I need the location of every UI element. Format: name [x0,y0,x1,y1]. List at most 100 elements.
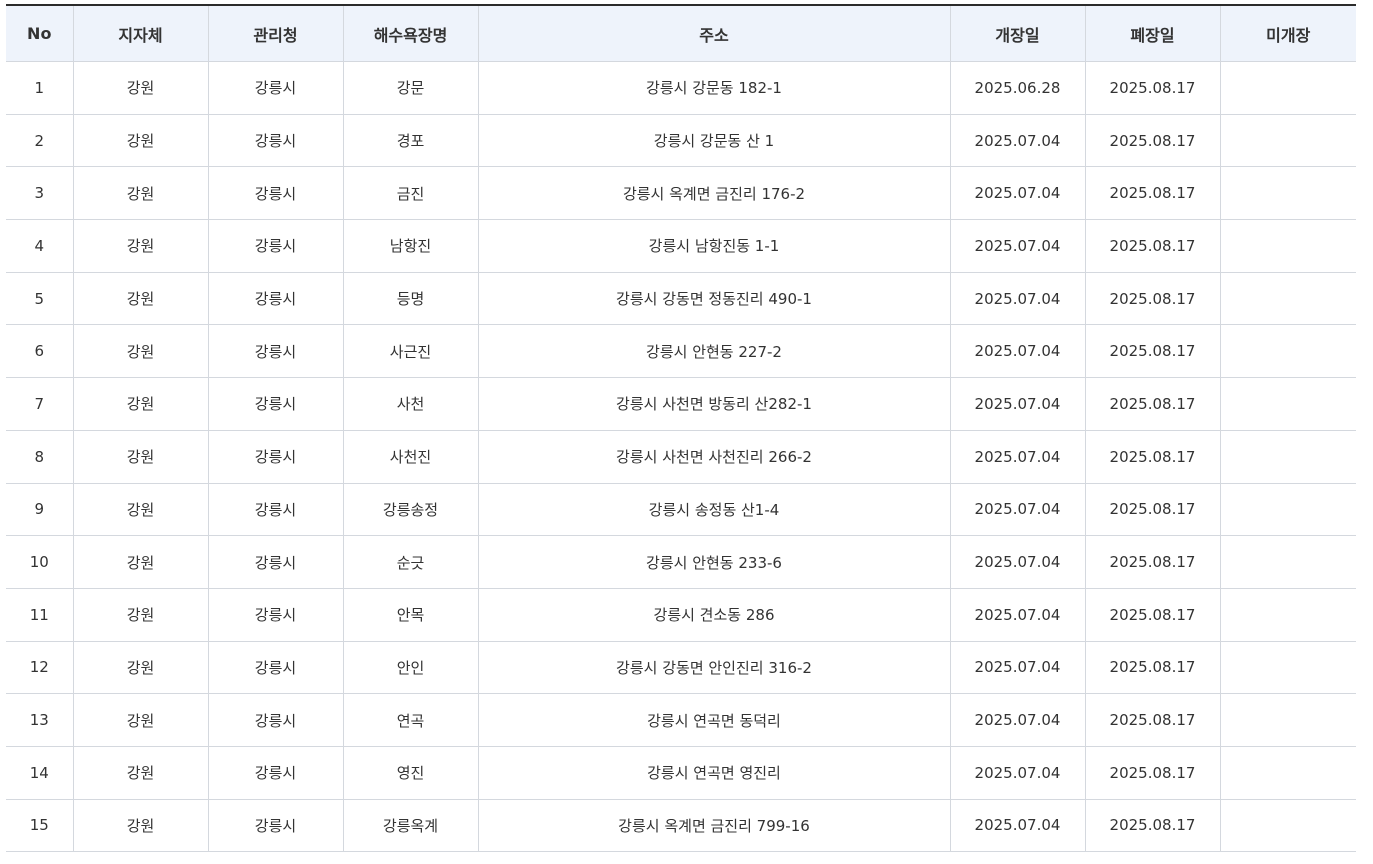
cell-close-date: 2025.08.17 [1085,272,1221,326]
cell-not-opened [1220,430,1356,484]
cell-not-opened [1220,799,1356,853]
cell-local-government: 강원 [73,61,209,115]
table-row: 1 강원 강릉시 강문 강릉시 강문동 182-1 2025.06.28 2025.08.1… [6,61,1356,115]
cell-close-date: 2025.08.17 [1085,114,1221,168]
cell-local-government: 강원 [73,430,209,484]
cell-local-government: 강원 [73,746,209,800]
beach-table-container: No 지자체 관리청 해수욕장명 주소 개장일 폐장일 미개장 1 강원 강릉시 강문… [6,4,1356,853]
cell-open-date: 2025.07.04 [950,219,1086,273]
table-row: 8 강원 강릉시 사천진 강릉시 사천면 사천진리 266-2 2025.07.04 202… [6,430,1356,484]
cell-managing-office: 강릉시 [208,219,344,273]
header-beach-name: 해수욕장명 [343,5,479,62]
cell-no: 10 [6,535,74,589]
cell-local-government: 강원 [73,483,209,537]
cell-managing-office: 강릉시 [208,114,344,168]
cell-address: 강릉시 사천면 방동리 산282-1 [478,377,951,431]
cell-managing-office: 강릉시 [208,483,344,537]
table-row: 5 강원 강릉시 등명 강릉시 강동면 정동진리 490-1 2025.07.04 2025… [6,272,1356,326]
cell-open-date: 2025.07.04 [950,535,1086,589]
cell-address: 강릉시 옥계면 금진리 799-16 [478,799,951,853]
table-row: 4 강원 강릉시 남항진 강릉시 남항진동 1-1 2025.07.04 2025.08.1… [6,219,1356,273]
cell-close-date: 2025.08.17 [1085,166,1221,221]
cell-local-government: 강원 [73,693,209,747]
cell-address: 강릉시 연곡면 영진리 [478,746,951,800]
cell-no: 5 [6,272,74,326]
cell-open-date: 2025.07.04 [950,799,1086,853]
table-body: 1 강원 강릉시 강문 강릉시 강문동 182-1 2025.06.28 2025.08.1… [6,61,1356,853]
cell-open-date: 2025.07.04 [950,114,1086,168]
cell-open-date: 2025.07.04 [950,377,1086,431]
cell-address: 강릉시 강문동 산 1 [478,114,951,168]
cell-open-date: 2025.07.04 [950,588,1086,642]
table-row: 2 강원 강릉시 경포 강릉시 강문동 산 1 2025.07.04 2025.08.17 [6,114,1356,168]
cell-beach-name: 사천 [343,377,479,431]
cell-managing-office: 강릉시 [208,799,344,853]
cell-beach-name: 강릉송정 [343,483,479,537]
cell-not-opened [1220,166,1356,221]
cell-open-date: 2025.07.04 [950,641,1086,695]
cell-beach-name: 안인 [343,641,479,695]
cell-no: 3 [6,166,74,221]
cell-managing-office: 강릉시 [208,535,344,589]
cell-not-opened [1220,61,1356,115]
cell-open-date: 2025.07.04 [950,483,1086,537]
cell-no: 14 [6,746,74,800]
cell-managing-office: 강릉시 [208,377,344,431]
cell-not-opened [1220,535,1356,589]
cell-open-date: 2025.07.04 [950,324,1086,379]
cell-address: 강릉시 안현동 233-6 [478,535,951,589]
cell-close-date: 2025.08.17 [1085,219,1221,273]
cell-local-government: 강원 [73,272,209,326]
cell-no: 15 [6,799,74,853]
cell-managing-office: 강릉시 [208,430,344,484]
cell-not-opened [1220,483,1356,537]
cell-close-date: 2025.08.17 [1085,588,1221,642]
cell-address: 강릉시 강동면 정동진리 490-1 [478,272,951,326]
cell-no: 12 [6,641,74,695]
cell-address: 강릉시 강동면 안인진리 316-2 [478,641,951,695]
cell-close-date: 2025.08.17 [1085,483,1221,537]
cell-no: 1 [6,61,74,115]
table-row: 11 강원 강릉시 안목 강릉시 견소동 286 2025.07.04 2025.08.17 [6,588,1356,642]
cell-address: 강릉시 송정동 산1-4 [478,483,951,537]
cell-address: 강릉시 안현동 227-2 [478,324,951,379]
cell-beach-name: 영진 [343,746,479,800]
table-row: 7 강원 강릉시 사천 강릉시 사천면 방동리 산282-1 2025.07.04 2025… [6,377,1356,431]
cell-local-government: 강원 [73,799,209,853]
cell-close-date: 2025.08.17 [1085,641,1221,695]
cell-no: 6 [6,324,74,379]
cell-beach-name: 사근진 [343,324,479,379]
cell-address: 강릉시 강문동 182-1 [478,61,951,115]
cell-beach-name: 사천진 [343,430,479,484]
table-header-row: No 지자체 관리청 해수욕장명 주소 개장일 폐장일 미개장 [6,5,1356,62]
cell-not-opened [1220,693,1356,747]
cell-not-opened [1220,588,1356,642]
cell-open-date: 2025.06.28 [950,61,1086,115]
cell-close-date: 2025.08.17 [1085,430,1221,484]
cell-address: 강릉시 사천면 사천진리 266-2 [478,430,951,484]
cell-beach-name: 남항진 [343,219,479,273]
table-row: 3 강원 강릉시 금진 강릉시 옥계면 금진리 176-2 2025.07.04 2025.… [6,166,1356,221]
header-managing-office: 관리청 [208,5,344,62]
cell-close-date: 2025.08.17 [1085,799,1221,853]
cell-open-date: 2025.07.04 [950,430,1086,484]
cell-no: 11 [6,588,74,642]
cell-beach-name: 순긋 [343,535,479,589]
cell-not-opened [1220,114,1356,168]
cell-managing-office: 강릉시 [208,588,344,642]
cell-local-government: 강원 [73,114,209,168]
cell-close-date: 2025.08.17 [1085,535,1221,589]
cell-no: 2 [6,114,74,168]
cell-not-opened [1220,219,1356,273]
cell-no: 9 [6,483,74,537]
table-row: 15 강원 강릉시 강릉옥계 강릉시 옥계면 금진리 799-16 2025.07.04 2… [6,799,1356,853]
cell-managing-office: 강릉시 [208,61,344,115]
cell-beach-name: 연곡 [343,693,479,747]
cell-address: 강릉시 견소동 286 [478,588,951,642]
cell-open-date: 2025.07.04 [950,272,1086,326]
cell-address: 강릉시 남항진동 1-1 [478,219,951,273]
cell-beach-name: 금진 [343,166,479,221]
table-row: 10 강원 강릉시 순긋 강릉시 안현동 233-6 2025.07.04 2025.08.… [6,535,1356,589]
cell-not-opened [1220,324,1356,379]
cell-managing-office: 강릉시 [208,641,344,695]
